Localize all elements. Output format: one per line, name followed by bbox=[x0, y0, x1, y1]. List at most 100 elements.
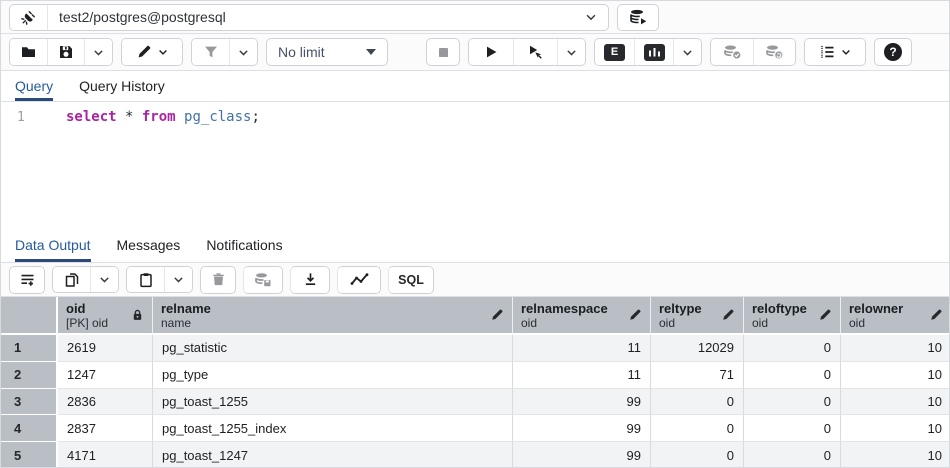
edit-pencil-icon bbox=[136, 44, 152, 60]
sql-button[interactable]: SQL bbox=[388, 266, 434, 294]
cell-relowner[interactable]: 10 bbox=[841, 442, 950, 468]
cell-relnamespace[interactable]: 99 bbox=[513, 389, 651, 416]
cell-relowner[interactable]: 10 bbox=[841, 415, 950, 442]
column-header-relowner[interactable]: relowner oid bbox=[841, 297, 950, 335]
chevron-down-icon bbox=[157, 46, 169, 58]
cell-oid[interactable]: 2619 bbox=[58, 335, 153, 362]
cell-relnamespace[interactable]: 99 bbox=[513, 415, 651, 442]
row-number[interactable]: 4 bbox=[1, 415, 58, 442]
cell-relowner[interactable]: 10 bbox=[841, 389, 950, 416]
paste-button-group bbox=[126, 266, 193, 293]
row-number[interactable]: 3 bbox=[1, 389, 58, 416]
tab-query[interactable]: Query bbox=[15, 71, 53, 101]
code-line[interactable]: select * from pg_class; bbox=[56, 102, 260, 229]
chevron-down-icon[interactable] bbox=[574, 5, 608, 30]
stop-icon bbox=[436, 45, 451, 60]
execute-options-chevron[interactable] bbox=[557, 39, 585, 65]
commit-button[interactable] bbox=[711, 39, 753, 65]
delete-row-button[interactable] bbox=[200, 266, 236, 294]
execute-to-cursor-button[interactable] bbox=[513, 39, 557, 65]
cell-reltype[interactable]: 0 bbox=[651, 415, 744, 442]
copy-button[interactable] bbox=[53, 267, 90, 292]
cell-reltype[interactable]: 12029 bbox=[651, 335, 744, 362]
grid-corner-cell[interactable] bbox=[1, 297, 58, 335]
cell-reltype[interactable]: 0 bbox=[651, 389, 744, 416]
row-number[interactable]: 2 bbox=[1, 362, 58, 389]
cell-relowner[interactable]: 10 bbox=[841, 362, 950, 389]
cell-reloftype[interactable]: 0 bbox=[744, 389, 841, 416]
add-row-button[interactable] bbox=[9, 266, 45, 294]
cell-relname[interactable]: pg_toast_1247 bbox=[153, 442, 513, 468]
macros-list-icon bbox=[819, 44, 836, 60]
cell-relname[interactable]: pg_statistic bbox=[153, 335, 513, 362]
cell-oid[interactable]: 1247 bbox=[58, 362, 153, 389]
filter-button[interactable] bbox=[192, 39, 229, 65]
main-toolbar: No limit E bbox=[1, 34, 949, 71]
cell-reloftype[interactable]: 0 bbox=[744, 442, 841, 468]
tab-messages[interactable]: Messages bbox=[117, 229, 181, 262]
pencil-icon bbox=[818, 308, 832, 322]
paste-options-chevron[interactable] bbox=[164, 267, 192, 292]
row-number[interactable]: 5 bbox=[1, 442, 58, 468]
cell-relnamespace[interactable]: 11 bbox=[513, 362, 651, 389]
cell-relname[interactable]: pg_toast_1255_index bbox=[153, 415, 513, 442]
execute-button[interactable] bbox=[469, 39, 513, 65]
cell-reloftype[interactable]: 0 bbox=[744, 362, 841, 389]
save-file-button[interactable] bbox=[47, 39, 84, 65]
macros-button-group bbox=[804, 38, 866, 66]
new-connection-button[interactable] bbox=[617, 4, 659, 31]
cell-reltype[interactable]: 0 bbox=[651, 442, 744, 468]
copy-button-group bbox=[52, 266, 119, 293]
cell-relnamespace[interactable]: 99 bbox=[513, 442, 651, 468]
filter-options-chevron[interactable] bbox=[229, 39, 257, 65]
graph-icon bbox=[350, 273, 369, 287]
row-number[interactable]: 1 bbox=[1, 335, 58, 362]
edit-menu-button[interactable] bbox=[122, 39, 182, 65]
sql-editor[interactable]: 1 select * from pg_class; bbox=[1, 102, 949, 229]
cell-oid[interactable]: 2837 bbox=[58, 415, 153, 442]
row-limit-select[interactable]: No limit bbox=[266, 38, 388, 66]
copy-options-chevron[interactable] bbox=[90, 267, 118, 292]
tab-notifications[interactable]: Notifications bbox=[206, 229, 282, 262]
download-button[interactable] bbox=[290, 266, 330, 294]
row-limit-value: No limit bbox=[278, 44, 325, 60]
explain-button[interactable]: E bbox=[595, 39, 634, 65]
chevron-down-icon bbox=[92, 46, 105, 59]
paste-button[interactable] bbox=[127, 267, 164, 292]
save-data-button[interactable] bbox=[243, 266, 283, 294]
cell-reltype[interactable]: 71 bbox=[651, 362, 744, 389]
connection-selector[interactable]: test2/postgres@postgresql bbox=[9, 4, 609, 31]
column-header-reloftype[interactable]: reloftype oid bbox=[744, 297, 841, 335]
column-header-relname[interactable]: relname name bbox=[153, 297, 513, 335]
save-data-icon bbox=[254, 272, 272, 288]
column-header-oid[interactable]: oid [PK] oid bbox=[58, 297, 153, 335]
output-tabs: Data Output Messages Notifications bbox=[1, 229, 949, 263]
cell-relname[interactable]: pg_type bbox=[153, 362, 513, 389]
chevron-down-icon bbox=[98, 273, 111, 286]
open-file-button[interactable] bbox=[10, 39, 47, 65]
commit-icon bbox=[723, 44, 742, 60]
graph-button[interactable] bbox=[337, 266, 381, 294]
cell-relowner[interactable]: 10 bbox=[841, 335, 950, 362]
column-header-relnamespace[interactable]: relnamespace oid bbox=[513, 297, 651, 335]
explain-options-chevron[interactable] bbox=[673, 39, 701, 65]
cell-relname[interactable]: pg_toast_1255 bbox=[153, 389, 513, 416]
table-row: 1 2619 pg_statistic 11 12029 0 10 bbox=[1, 335, 950, 362]
column-header-reltype[interactable]: reltype oid bbox=[651, 297, 744, 335]
save-options-chevron[interactable] bbox=[84, 39, 112, 65]
cell-reloftype[interactable]: 0 bbox=[744, 415, 841, 442]
explain-analyze-button[interactable] bbox=[634, 39, 673, 65]
connection-value: test2/postgres@postgresql bbox=[48, 5, 574, 30]
cell-reloftype[interactable]: 0 bbox=[744, 335, 841, 362]
transaction-button-group bbox=[710, 38, 796, 66]
tab-query-history[interactable]: Query History bbox=[79, 71, 165, 101]
macros-button[interactable] bbox=[805, 39, 865, 65]
help-button[interactable]: ? bbox=[874, 38, 912, 66]
cancel-query-button[interactable] bbox=[426, 38, 460, 66]
chevron-down-icon bbox=[172, 273, 185, 286]
cell-oid[interactable]: 4171 bbox=[58, 442, 153, 468]
rollback-button[interactable] bbox=[753, 39, 795, 65]
cell-oid[interactable]: 2836 bbox=[58, 389, 153, 416]
tab-data-output[interactable]: Data Output bbox=[15, 229, 91, 262]
cell-relnamespace[interactable]: 11 bbox=[513, 335, 651, 362]
